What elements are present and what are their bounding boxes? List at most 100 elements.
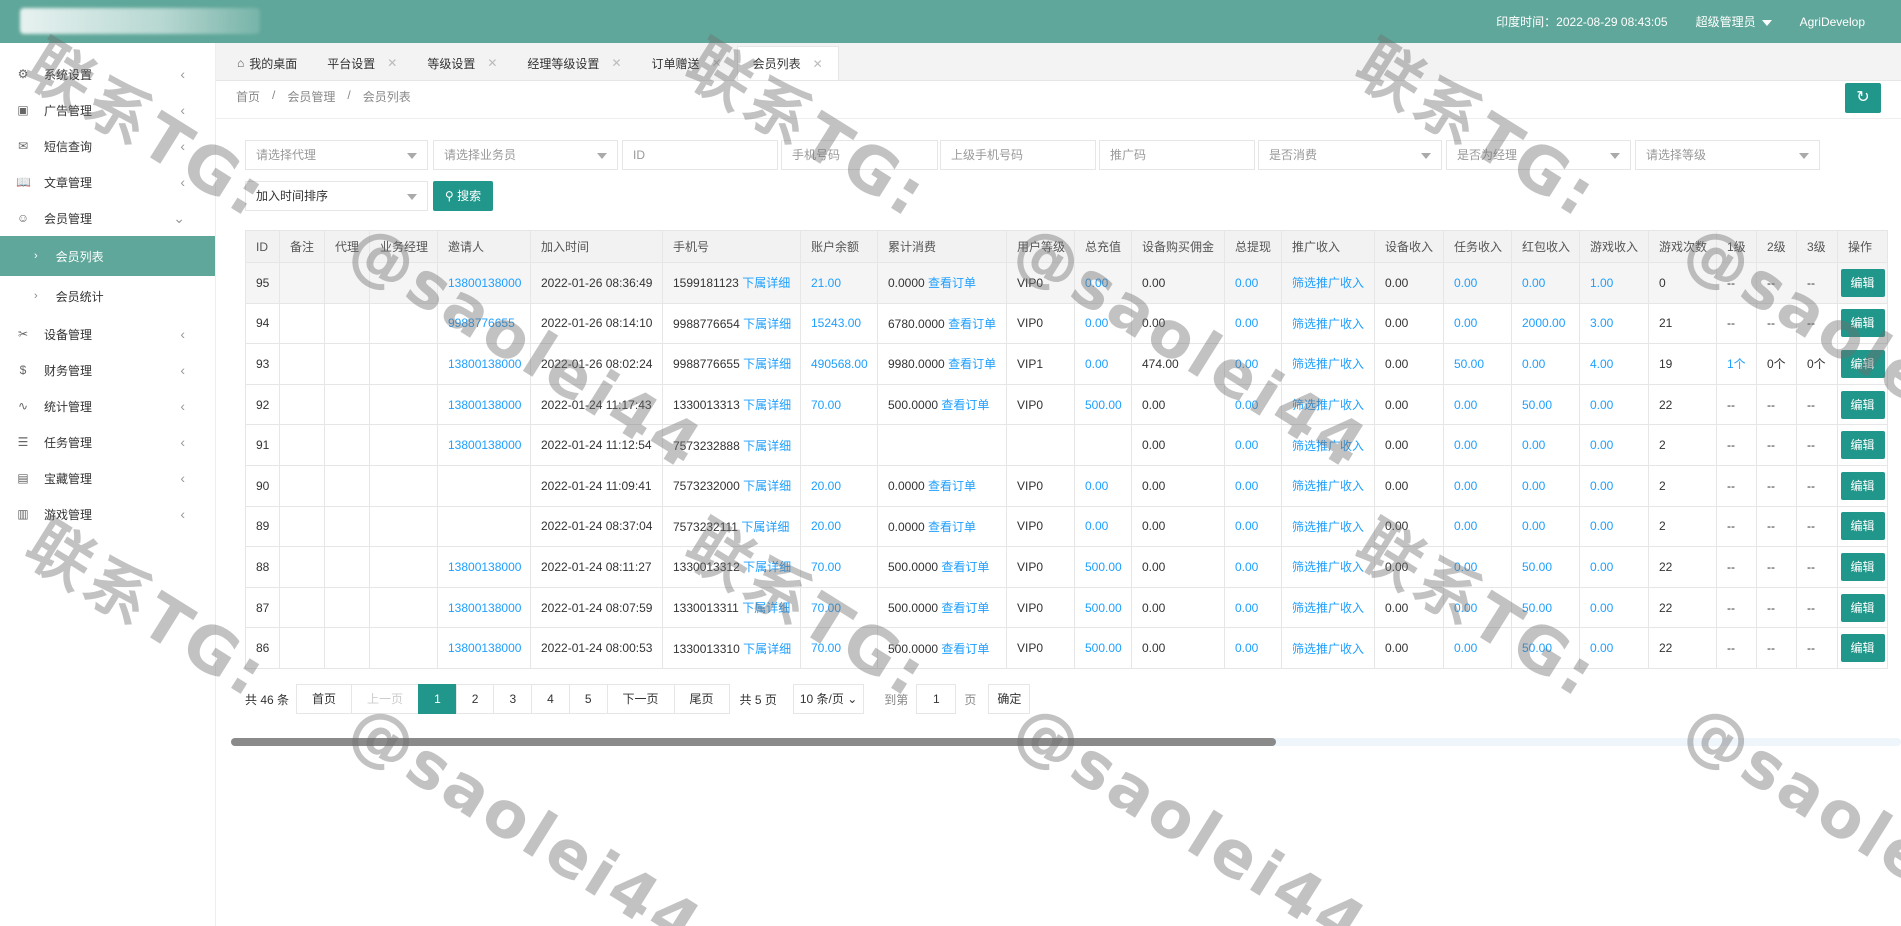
page-button-3[interactable]: 3 [493, 684, 533, 714]
refresh-button[interactable]: ↻ [1845, 83, 1881, 113]
game-income-link[interactable]: 4.00 [1590, 357, 1613, 371]
app-name[interactable]: AgriDevelop [1800, 15, 1865, 29]
tab-1[interactable]: 平台设置 ✕ [312, 46, 412, 80]
subordinate-detail-link[interactable]: 下属详细 [743, 398, 791, 412]
sidebar-item-1[interactable]: ▣ 广告管理 ‹ [0, 92, 215, 128]
sidebar-item-0[interactable]: ⚙ 系统设置 ‹ [0, 56, 215, 92]
view-orders-link[interactable]: 查看订单 [941, 601, 989, 615]
edit-button[interactable]: 编辑 [1840, 512, 1885, 541]
redpack-income-link[interactable]: 2000.00 [1522, 316, 1565, 330]
withdraw-link[interactable]: 0.00 [1235, 479, 1258, 493]
inviter-link[interactable]: 13800138000 [448, 357, 521, 371]
game-income-link[interactable]: 0.00 [1590, 519, 1613, 533]
redpack-income-link[interactable]: 50.00 [1522, 601, 1552, 615]
page-button-4[interactable]: 4 [531, 684, 570, 714]
recharge-link[interactable]: 0.00 [1085, 357, 1108, 371]
balance-link[interactable]: 20.00 [811, 479, 841, 493]
tab-4[interactable]: 订单赠送 ✕ [637, 46, 737, 80]
page-button-5[interactable]: 5 [568, 684, 608, 714]
task-income-link[interactable]: 0.00 [1454, 519, 1477, 533]
sidebar-subitem-0[interactable]: › 会员列表 [0, 236, 215, 276]
recharge-link[interactable]: 500.00 [1085, 601, 1122, 615]
game-income-link[interactable]: 1.00 [1590, 276, 1613, 290]
sidebar-item-2[interactable]: ✉ 短信查询 ‹ [0, 128, 215, 164]
game-income-link[interactable]: 0.00 [1590, 560, 1613, 574]
phone-input[interactable]: 手机号码 [781, 140, 938, 170]
page-size-select[interactable]: 10 条/页 ⌄ [792, 684, 865, 714]
sidebar-item-5[interactable]: ▥ 游戏管理 ‹ [0, 496, 215, 532]
game-income-link[interactable]: 0.00 [1590, 601, 1613, 615]
tab-0[interactable]: ⌂ 我的桌面 [222, 46, 312, 80]
breadcrumb-item[interactable]: 首页 [236, 88, 260, 106]
balance-link[interactable]: 70.00 [811, 601, 841, 615]
redpack-income-link[interactable]: 0.00 [1522, 357, 1545, 371]
balance-link[interactable]: 70.00 [811, 641, 841, 655]
goto-confirm-button[interactable]: 确定 [988, 684, 1031, 714]
sidebar-item-0[interactable]: ✂ 设备管理 ‹ [0, 316, 215, 352]
balance-link[interactable]: 21.00 [811, 276, 841, 290]
task-income-link[interactable]: 0.00 [1454, 316, 1477, 330]
filter-promo-link[interactable]: 筛选推广收入 [1292, 357, 1364, 371]
sidebar-item-1[interactable]: $ 财务管理 ‹ [0, 352, 215, 388]
inviter-link[interactable]: 13800138000 [448, 601, 521, 615]
last-page-button[interactable]: 尾页 [673, 684, 730, 714]
page-button-2[interactable]: 2 [455, 684, 495, 714]
inviter-link[interactable]: 13800138000 [448, 276, 521, 290]
edit-button[interactable]: 编辑 [1840, 309, 1885, 338]
subordinate-detail-link[interactable]: 下属详细 [743, 642, 791, 656]
redpack-income-link[interactable]: 0.00 [1522, 519, 1545, 533]
redpack-income-link[interactable]: 50.00 [1522, 398, 1552, 412]
inviter-link[interactable]: 9988776655 [448, 316, 515, 330]
close-icon[interactable]: ✕ [487, 56, 497, 70]
horizontal-scrollbar[interactable] [231, 738, 1901, 746]
task-income-link[interactable]: 0.00 [1454, 601, 1477, 615]
sidebar-item-3[interactable]: ☰ 任务管理 ‹ [0, 424, 215, 460]
tab-3[interactable]: 经理等级设置 ✕ [512, 46, 636, 80]
subordinate-detail-link[interactable]: 下属详细 [742, 276, 790, 290]
close-icon[interactable]: ✕ [387, 56, 397, 70]
recharge-link[interactable]: 0.00 [1085, 316, 1108, 330]
filter-promo-link[interactable]: 筛选推广收入 [1292, 276, 1364, 290]
agent-select[interactable]: 请选择代理 [245, 140, 428, 170]
id-input[interactable]: ID [622, 140, 778, 170]
breadcrumb-item[interactable]: 会员管理 [287, 88, 335, 106]
recharge-link[interactable]: 500.00 [1085, 398, 1122, 412]
view-orders-link[interactable]: 查看订单 [948, 357, 996, 371]
subordinate-detail-link[interactable]: 下属详细 [743, 479, 791, 493]
manager-select[interactable]: 是否为经理 [1446, 140, 1631, 170]
edit-button[interactable]: 编辑 [1840, 349, 1885, 378]
withdraw-link[interactable]: 0.00 [1235, 398, 1258, 412]
salesman-select[interactable]: 请选择业务员 [433, 140, 618, 170]
sidebar-item-2[interactable]: ∿ 统计管理 ‹ [0, 388, 215, 424]
recharge-link[interactable]: 500.00 [1085, 560, 1122, 574]
edit-button[interactable]: 编辑 [1840, 471, 1885, 500]
subordinate-detail-link[interactable]: 下属详细 [743, 317, 791, 331]
game-income-link[interactable]: 0.00 [1590, 398, 1613, 412]
redpack-income-link[interactable]: 50.00 [1522, 560, 1552, 574]
recharge-link[interactable]: 0.00 [1085, 479, 1108, 493]
withdraw-link[interactable]: 0.00 [1235, 560, 1258, 574]
withdraw-link[interactable]: 0.00 [1235, 276, 1258, 290]
scrollbar-thumb[interactable] [231, 738, 1276, 746]
game-income-link[interactable]: 0.00 [1590, 641, 1613, 655]
edit-button[interactable]: 编辑 [1840, 390, 1885, 419]
view-orders-link[interactable]: 查看订单 [928, 520, 976, 534]
sidebar-subitem-1[interactable]: › 会员统计 [0, 276, 215, 316]
withdraw-link[interactable]: 0.00 [1235, 641, 1258, 655]
task-income-link[interactable]: 0.00 [1454, 641, 1477, 655]
withdraw-link[interactable]: 0.00 [1235, 357, 1258, 371]
view-orders-link[interactable]: 查看订单 [941, 560, 989, 574]
balance-link[interactable]: 490568.00 [811, 357, 868, 371]
subordinate-detail-link[interactable]: 下属详细 [742, 601, 790, 615]
tab-2[interactable]: 等级设置 ✕ [412, 46, 512, 80]
filter-promo-link[interactable]: 筛选推广收入 [1292, 642, 1364, 656]
first-page-button[interactable]: 首页 [296, 684, 353, 714]
edit-button[interactable]: 编辑 [1840, 634, 1885, 663]
promo-code-input[interactable]: 推广码 [1099, 140, 1255, 170]
breadcrumb-item[interactable]: 会员列表 [363, 88, 411, 106]
game-income-link[interactable]: 0.00 [1590, 479, 1613, 493]
inviter-link[interactable]: 13800138000 [448, 398, 521, 412]
filter-promo-link[interactable]: 筛选推广收入 [1292, 317, 1364, 331]
subordinate-detail-link[interactable]: 下属详细 [743, 560, 791, 574]
filter-promo-link[interactable]: 筛选推广收入 [1292, 520, 1364, 534]
